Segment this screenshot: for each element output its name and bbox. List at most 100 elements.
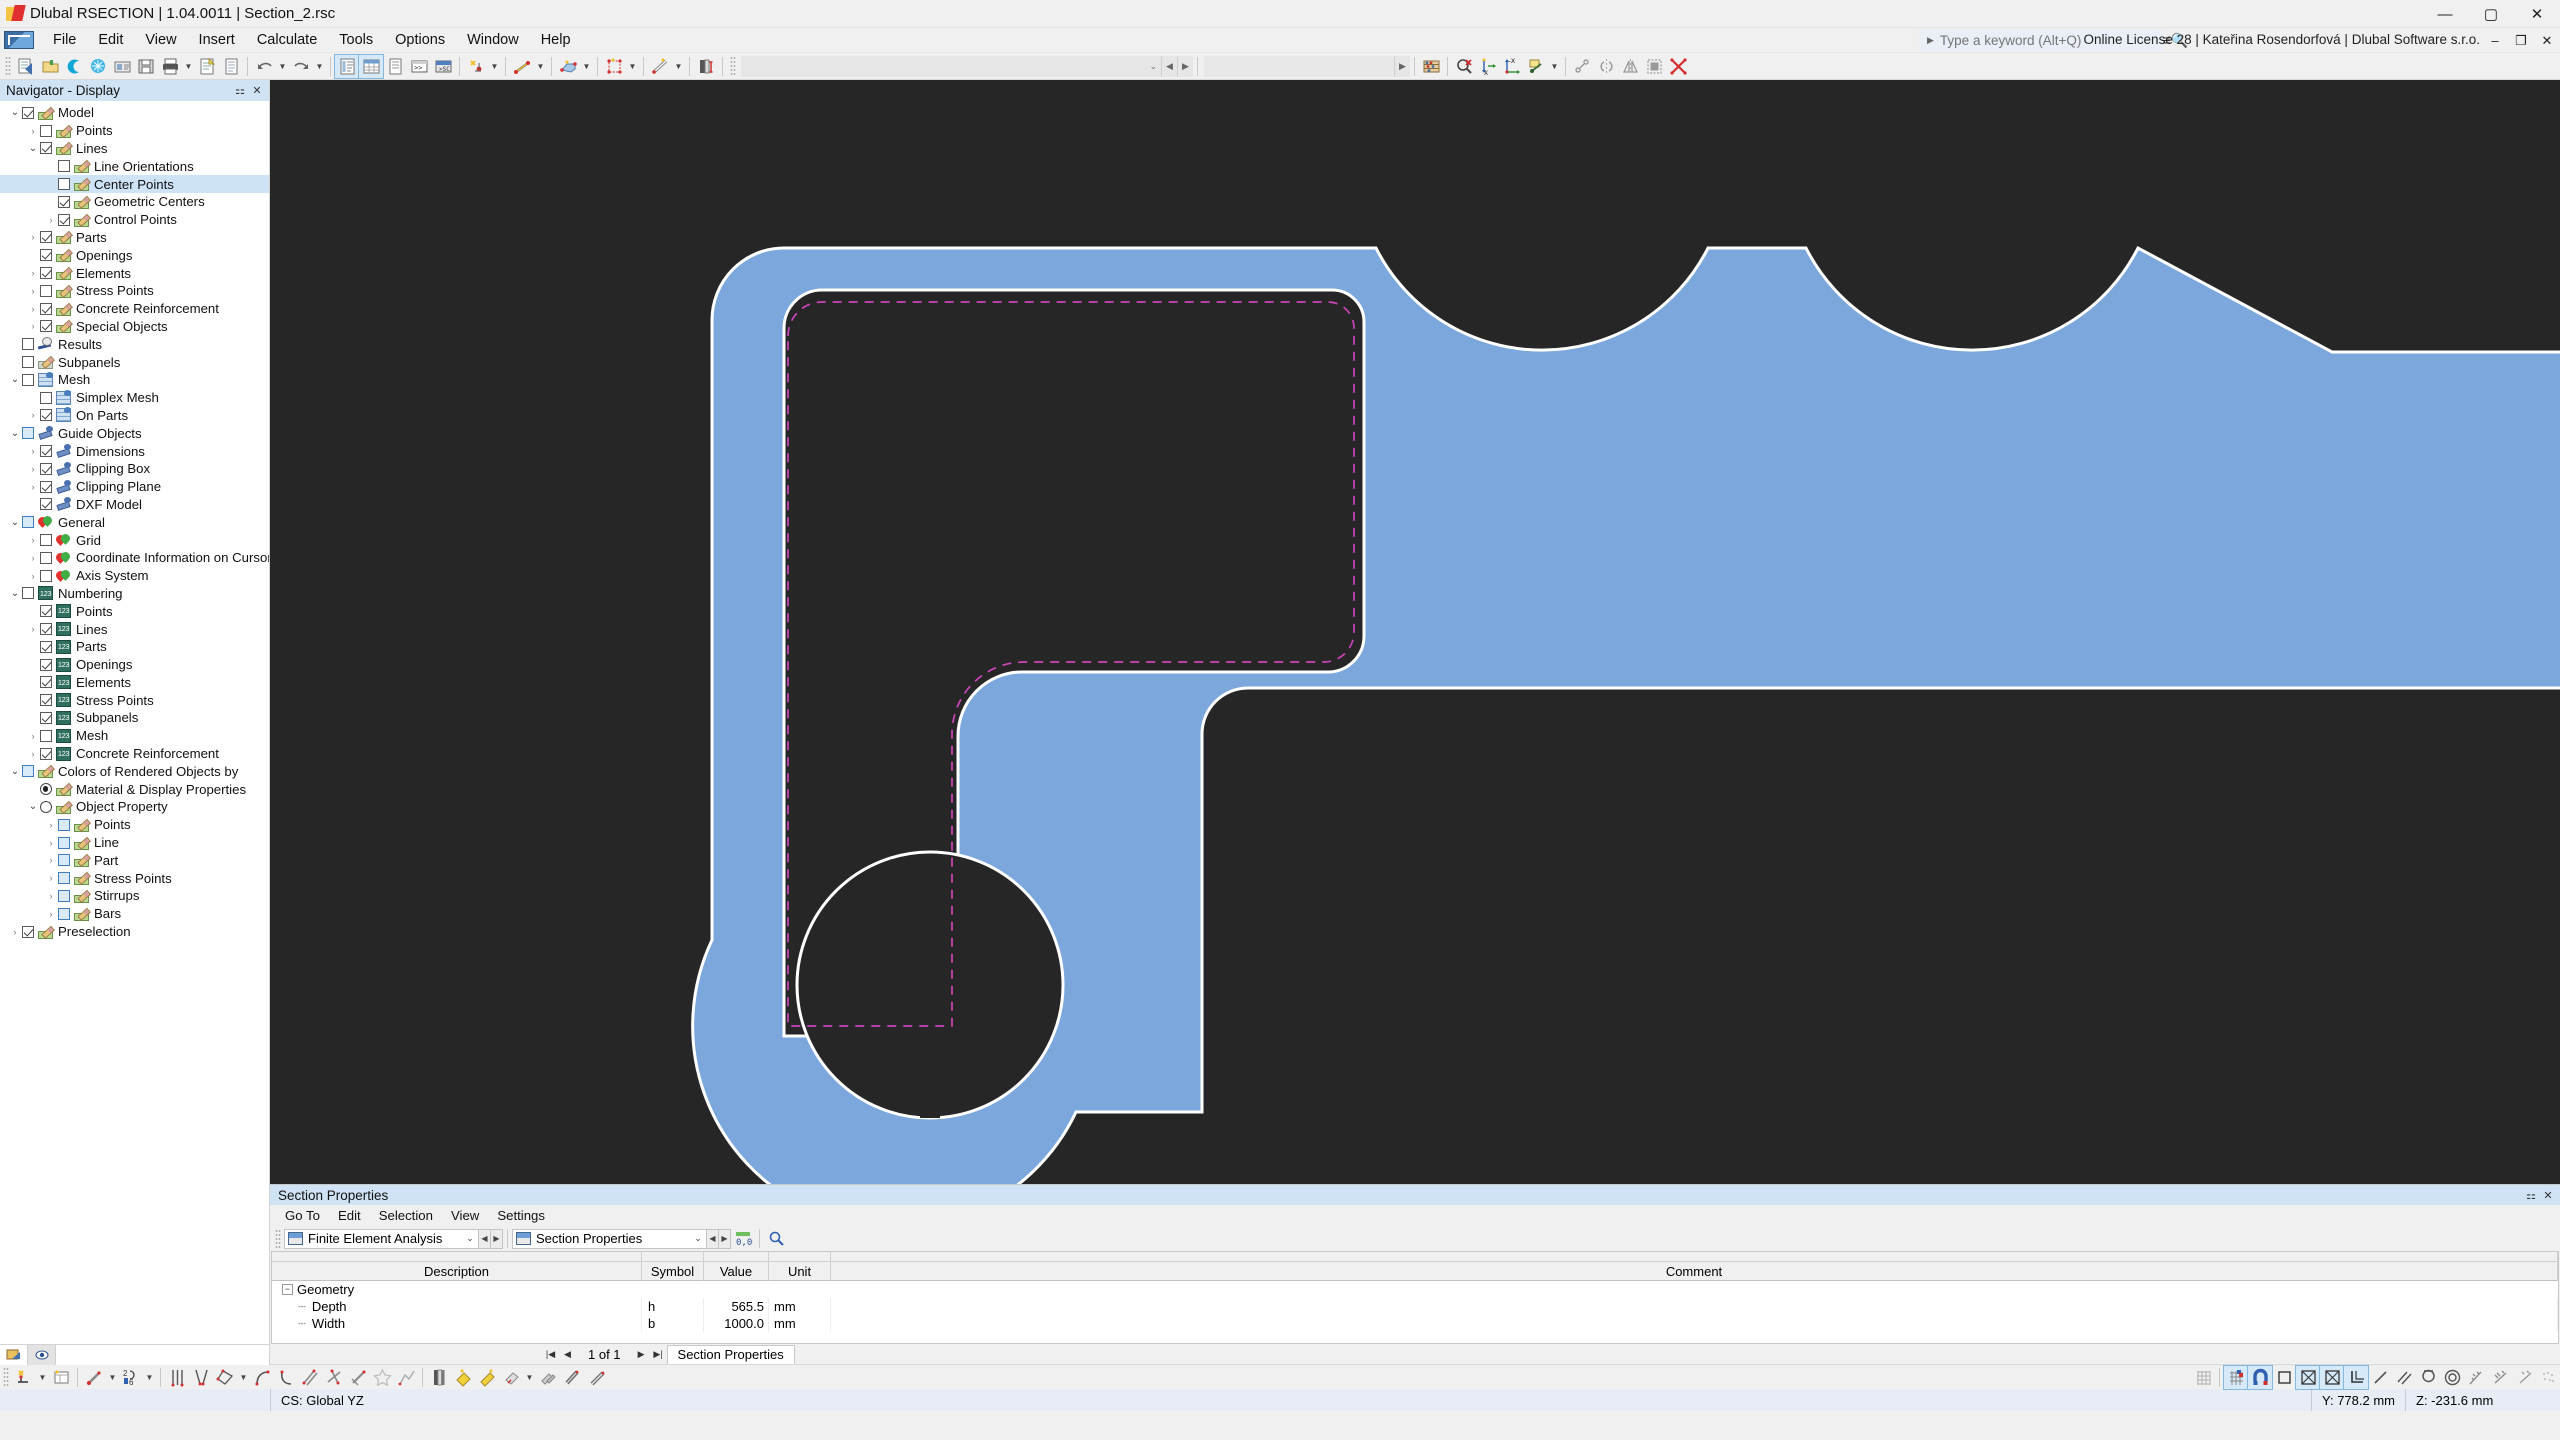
rfem-link-icon[interactable] <box>62 55 86 78</box>
checkbox-checked[interactable] <box>40 267 52 280</box>
print-icon[interactable] <box>158 55 182 78</box>
checkbox-indeterminate[interactable] <box>58 818 70 831</box>
view-yz-icon[interactable]: -X <box>1500 55 1524 78</box>
expand-arrow-icon[interactable]: › <box>26 569 40 583</box>
checkbox-checked[interactable] <box>40 480 52 493</box>
line-snap-icon[interactable] <box>2368 1366 2392 1389</box>
checkbox-unchecked[interactable] <box>40 569 52 582</box>
maximize-button[interactable]: ▢ <box>2468 0 2514 28</box>
tree-item-bars[interactable]: › Bars <box>0 905 269 923</box>
tree-item-mesh[interactable]: ⌄ Mesh <box>0 371 269 389</box>
new-element-icon[interactable] <box>648 55 672 78</box>
point-tool-dropdown-icon[interactable]: ▼ <box>106 1366 119 1389</box>
collapse-arrow-icon[interactable]: ⌄ <box>26 800 40 814</box>
tree-item-points[interactable]: 123 Points <box>0 602 269 620</box>
taper-lines-icon[interactable] <box>189 1366 213 1389</box>
tool-connect-icon[interactable] <box>1570 55 1594 78</box>
last-page-button[interactable]: ▶| <box>650 1345 667 1363</box>
checkbox-checked[interactable] <box>40 409 52 422</box>
polar-grid-icon[interactable] <box>2319 1364 2345 1390</box>
checkbox-indeterminate[interactable] <box>58 889 70 902</box>
checkbox-checked[interactable] <box>40 676 52 689</box>
zoom-out-icon[interactable] <box>1452 55 1476 78</box>
3d-viewport[interactable] <box>270 80 2560 1184</box>
table-select-prev[interactable]: ◀ <box>707 1228 719 1249</box>
parallel-lines-icon[interactable] <box>165 1366 189 1389</box>
point-tool-icon[interactable] <box>82 1366 106 1389</box>
table-list-icon[interactable] <box>383 55 407 78</box>
tree-item-part[interactable]: › Part <box>0 851 269 869</box>
rotate-rect-icon[interactable] <box>213 1366 237 1389</box>
checkbox-unchecked[interactable] <box>22 587 34 600</box>
rotate-rect-dropdown-icon[interactable]: ▼ <box>237 1366 250 1389</box>
checkbox-indeterminate[interactable] <box>58 872 70 885</box>
part-bar-2-icon[interactable] <box>584 1366 608 1389</box>
expand-arrow-icon[interactable]: › <box>26 230 40 244</box>
sp-close-icon[interactable]: ✕ <box>2541 1188 2555 1202</box>
new-model-icon[interactable] <box>14 55 38 78</box>
checkbox-checked[interactable] <box>22 106 34 119</box>
render-mode-icon[interactable] <box>1524 55 1548 78</box>
sp-menu-goto[interactable]: Go To <box>276 1206 329 1225</box>
analysis-type-chevron-icon[interactable]: ⌄ <box>462 1233 478 1244</box>
polyline-icon[interactable] <box>394 1366 418 1389</box>
checkbox-unchecked[interactable] <box>22 356 34 369</box>
divide-dropdown-icon[interactable]: ▼ <box>143 1366 156 1389</box>
toolbar-combo2-next[interactable]: ▶ <box>1394 55 1410 77</box>
part-rotate-icon[interactable] <box>499 1366 523 1389</box>
expand-arrow-icon[interactable]: › <box>26 266 40 280</box>
collapse-arrow-icon[interactable]: ⌄ <box>8 515 22 529</box>
checkbox-checked[interactable] <box>40 249 52 262</box>
expand-arrow-icon[interactable]: › <box>44 836 58 850</box>
tree-item-stress-points[interactable]: › Stress Points <box>0 282 269 300</box>
menu-view[interactable]: View <box>134 29 187 51</box>
checkbox-indeterminate[interactable] <box>58 836 70 849</box>
part-bar-icon[interactable] <box>560 1366 584 1389</box>
column-value[interactable]: Value <box>704 1262 769 1281</box>
checkbox-checked[interactable] <box>40 658 52 671</box>
tree-item-results[interactable]: Results <box>0 335 269 353</box>
object-snap-icon[interactable] <box>2247 1364 2273 1390</box>
tree-item-stress-points[interactable]: 123 Stress Points <box>0 691 269 709</box>
checkbox-indeterminate[interactable] <box>22 427 34 440</box>
collapse-arrow-icon[interactable]: ⌄ <box>8 764 22 778</box>
checkbox-unchecked[interactable] <box>22 338 34 351</box>
document-icon[interactable] <box>219 55 243 78</box>
arc-icon[interactable] <box>250 1366 274 1389</box>
checkbox-unchecked[interactable] <box>40 534 52 547</box>
mdi-restore-button[interactable]: ❐ <box>2508 28 2534 53</box>
collapse-arrow-icon[interactable]: ⌄ <box>8 373 22 387</box>
checkbox-checked[interactable] <box>40 320 52 333</box>
minimize-button[interactable]: — <box>2422 0 2468 28</box>
column-symbol[interactable]: Symbol <box>642 1262 704 1281</box>
toolbar-combo[interactable]: ⌄ <box>741 55 1161 77</box>
checkbox-unchecked[interactable] <box>40 391 52 404</box>
menu-insert[interactable]: Insert <box>188 29 246 51</box>
expand-arrow-icon[interactable]: › <box>26 747 40 761</box>
find-icon[interactable] <box>764 1227 788 1250</box>
tab-section-properties[interactable]: Section Properties <box>666 1344 795 1364</box>
checkbox-unchecked[interactable] <box>22 373 34 386</box>
expand-arrow-icon[interactable]: › <box>26 462 40 476</box>
new-line-dropdown-icon[interactable]: ▼ <box>534 55 547 78</box>
rays-snap-icon[interactable] <box>2464 1366 2488 1389</box>
project-manager-icon[interactable] <box>110 55 134 78</box>
expand-arrow-icon[interactable]: › <box>26 284 40 298</box>
snap-point-dropdown-icon[interactable]: ▼ <box>36 1366 49 1389</box>
tree-item-parts[interactable]: › Parts <box>0 229 269 247</box>
first-page-button[interactable]: |◀ <box>542 1345 559 1363</box>
snap-point-icon[interactable] <box>12 1366 36 1389</box>
bottom-toolbar-grip[interactable] <box>3 1367 9 1387</box>
checkbox-checked[interactable] <box>40 605 52 618</box>
menu-file[interactable]: File <box>42 29 87 51</box>
analysis-type-next[interactable]: ▶ <box>491 1228 503 1249</box>
new-part-yellow-icon[interactable] <box>451 1366 475 1389</box>
checkbox-indeterminate[interactable] <box>22 765 34 778</box>
rays-snap-3-icon[interactable] <box>2512 1366 2536 1389</box>
expand-arrow-icon[interactable]: › <box>26 480 40 494</box>
column-unit[interactable]: Unit <box>769 1262 831 1281</box>
expand-arrow-icon[interactable]: › <box>26 533 40 547</box>
tree-item-colors-of-rendered-objects-by[interactable]: ⌄ Colors of Rendered Objects by <box>0 762 269 780</box>
checkbox-checked[interactable] <box>40 231 52 244</box>
radio-selected[interactable] <box>40 783 52 796</box>
